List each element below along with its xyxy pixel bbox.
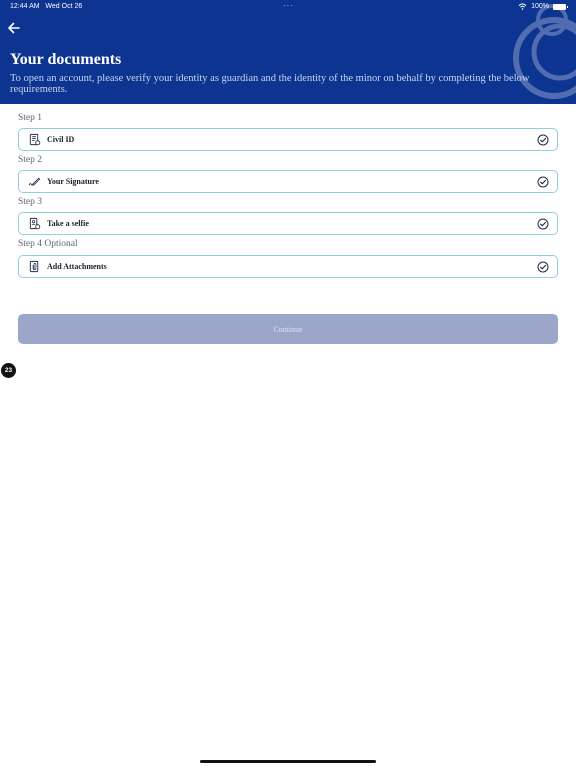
home-indicator[interactable]: [200, 760, 376, 763]
attachment-icon: [29, 260, 39, 273]
step-3-label: Step 3: [18, 197, 43, 207]
id-card-icon: [29, 133, 41, 146]
status-date-text: Wed Oct 26: [45, 3, 83, 10]
step-4-label: Step 4 Optional: [18, 239, 78, 249]
step-2-label: Step 2: [18, 155, 43, 165]
status-time: 12:44 AM Wed Oct 26: [10, 3, 82, 10]
header: 12:44 AM Wed Oct 26 ··· 100% Your docume…: [0, 0, 576, 104]
wifi-icon: [518, 3, 527, 10]
check-circle-icon: [537, 176, 549, 188]
assistive-touch-badge[interactable]: 23: [1, 363, 16, 378]
page-subtitle: To open an account, please verify your i…: [10, 73, 530, 95]
step-1-civil-id-card[interactable]: Civil ID: [18, 128, 558, 151]
battery-percent: 100%: [531, 3, 549, 10]
status-time-text: 12:44 AM: [10, 3, 40, 10]
check-circle-icon: [537, 134, 549, 146]
selfie-icon: [29, 217, 41, 230]
step-4-title: Add Attachments: [47, 262, 107, 271]
step-3-selfie-card[interactable]: Take a selfie: [18, 212, 558, 235]
status-bar: 12:44 AM Wed Oct 26 ··· 100%: [0, 0, 576, 14]
status-indicators: 100%: [518, 3, 568, 10]
continue-button[interactable]: Continue: [18, 314, 558, 344]
back-arrow-icon[interactable]: [6, 20, 22, 36]
signature-pen-icon: [28, 177, 41, 186]
page-title: Your documents: [10, 51, 122, 68]
step-3-title: Take a selfie: [47, 219, 89, 228]
check-circle-icon: [537, 261, 549, 273]
step-1-title: Civil ID: [47, 135, 75, 144]
step-4-attachments-card[interactable]: Add Attachments: [18, 255, 558, 278]
check-circle-icon: [537, 218, 549, 230]
battery-icon: [553, 3, 568, 10]
multitasking-dots[interactable]: ···: [283, 1, 294, 10]
step-1-label: Step 1: [18, 113, 43, 123]
step-2-signature-card[interactable]: Your Signature: [18, 170, 558, 193]
step-2-title: Your Signature: [47, 177, 99, 186]
